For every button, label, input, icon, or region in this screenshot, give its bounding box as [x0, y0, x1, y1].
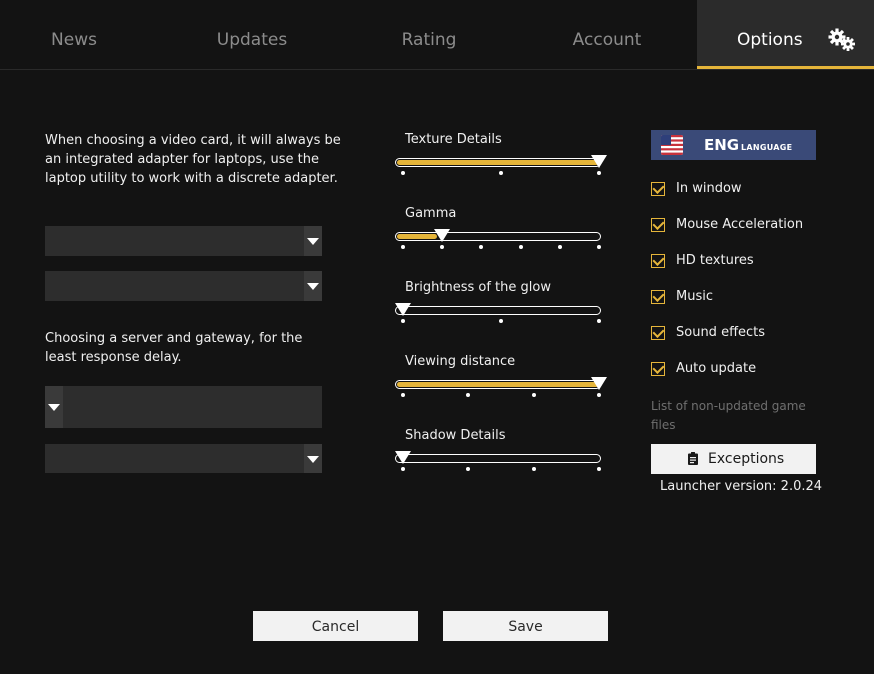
slider-thumb[interactable] [591, 155, 607, 168]
tab-updates[interactable]: Updates [168, 0, 336, 70]
language-word: LANGUAGE [741, 143, 793, 152]
slider-thumb[interactable] [395, 303, 411, 316]
slider-thumb[interactable] [591, 377, 607, 390]
slider-tick [597, 393, 601, 397]
option-label: Mouse Acceleration [676, 217, 804, 232]
slider-fill [397, 234, 438, 239]
tab-rating[interactable]: Rating [345, 0, 513, 70]
non-updated-files-note: List of non-updated game files [651, 399, 806, 432]
slider-tick [401, 467, 405, 471]
language-button[interactable]: ENG LANGUAGE [651, 130, 816, 160]
viewing-distance-slider[interactable] [395, 377, 607, 397]
chevron-down-icon [304, 226, 322, 256]
slider-tick [466, 393, 471, 397]
slider-tick [597, 319, 601, 323]
slider-tick [401, 319, 405, 323]
clipboard-icon [688, 452, 698, 465]
option-label: Auto update [676, 361, 757, 376]
cancel-button[interactable]: Cancel [253, 611, 418, 641]
top-navigation: News Updates Rating Account Options [0, 0, 874, 70]
slider-tick [597, 467, 601, 471]
slider-tick [597, 245, 601, 249]
slider-tick [401, 171, 405, 175]
launcher-version: Launcher version: 2.0.24 [660, 479, 823, 494]
gateway-select[interactable] [45, 444, 322, 473]
slider-fill [397, 382, 599, 387]
us-flag-icon [661, 135, 683, 155]
chevron-down-icon [304, 271, 322, 301]
slider-tick [440, 245, 445, 249]
video-card-select[interactable] [45, 226, 322, 256]
slider-tick [401, 245, 405, 249]
shadow-details-slider[interactable] [395, 451, 601, 471]
gears-icon[interactable] [828, 28, 858, 52]
checkbox[interactable] [651, 362, 665, 376]
slider-thumb[interactable] [395, 451, 411, 464]
slider-tick [401, 393, 405, 397]
slider-tick [479, 245, 484, 249]
server-note: Choosing a server and gateway, for the l… [45, 331, 303, 365]
shadow-details-label: Shadow Details [405, 428, 506, 443]
texture-details-slider[interactable] [395, 155, 607, 175]
viewing-distance-label: Viewing distance [405, 354, 516, 369]
chevron-down-icon [304, 444, 322, 473]
option-label: Music [676, 289, 713, 304]
option-label: HD textures [676, 253, 754, 268]
chevron-down-icon [45, 386, 63, 428]
slider-thumb[interactable] [434, 229, 451, 242]
slider-tick [499, 171, 503, 175]
exceptions-label: Exceptions [708, 451, 785, 467]
language-code: ENG [704, 136, 740, 154]
checkbox[interactable] [651, 218, 665, 232]
checkbox[interactable] [651, 182, 665, 196]
gamma-label: Gamma [405, 206, 457, 221]
video-card-note: When choosing a video card, it will alwa… [45, 133, 341, 186]
server-select[interactable] [45, 386, 322, 428]
tab-news[interactable]: News [0, 0, 148, 70]
save-button[interactable]: Save [443, 611, 608, 641]
option-label: Sound effects [676, 325, 766, 340]
glow-brightness-label: Brightness of the glow [405, 280, 551, 295]
texture-details-label: Texture Details [405, 132, 502, 147]
slider-tick [597, 171, 601, 175]
checkbox[interactable] [651, 254, 665, 268]
slider-fill [397, 160, 599, 165]
tab-account[interactable]: Account [523, 0, 691, 70]
glow-brightness-slider[interactable] [395, 303, 601, 323]
slider-tick [466, 467, 471, 471]
slider-tick [531, 467, 536, 471]
adapter-select[interactable] [45, 271, 322, 301]
gamma-slider[interactable] [395, 229, 601, 249]
slider-tick [531, 393, 536, 397]
checkbox[interactable] [651, 326, 665, 340]
checkbox[interactable] [651, 290, 665, 304]
slider-tick [557, 245, 562, 249]
slider-tick [518, 245, 523, 249]
exceptions-button[interactable]: Exceptions [651, 444, 816, 474]
slider-tick [499, 319, 503, 323]
option-label: In window [676, 181, 742, 196]
